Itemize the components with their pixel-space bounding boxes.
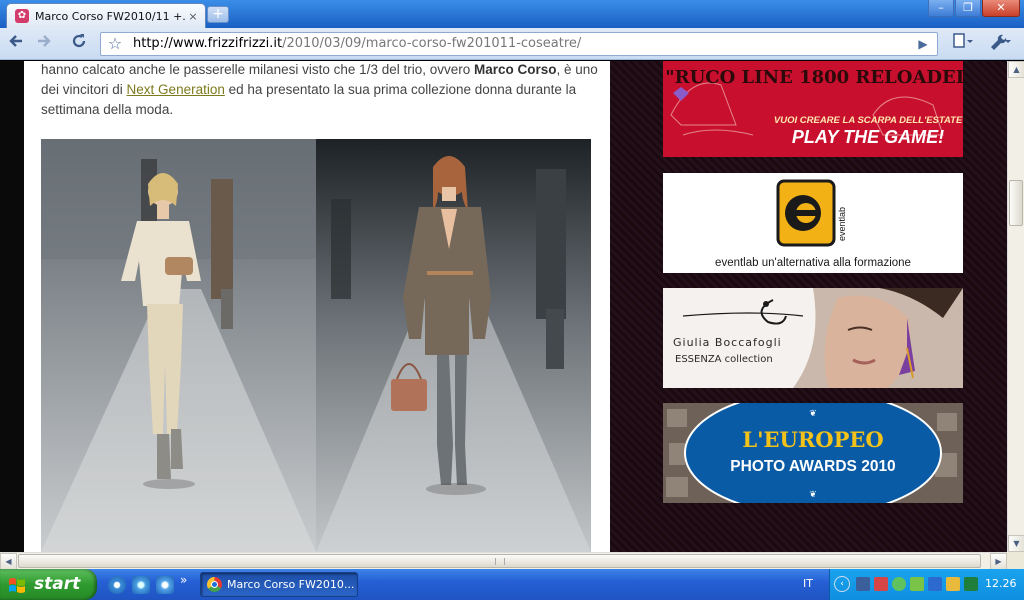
tray-expand-chevron-icon[interactable]: ‹	[834, 576, 850, 592]
download-manager-icon[interactable]	[964, 577, 978, 591]
back-arrow-icon[interactable]	[4, 32, 28, 56]
article-text: hanno calcato anche le passerelle milane…	[41, 62, 474, 77]
quicklaunch-more-chevron-icon[interactable]: »	[180, 573, 187, 587]
system-tray: ‹ 12.26	[829, 569, 1024, 600]
scroll-right-arrow-icon[interactable]: ▶	[990, 553, 1007, 570]
quicklaunch-ie-icon[interactable]	[132, 576, 150, 594]
quicklaunch-search-icon[interactable]	[156, 576, 174, 594]
ad4-line2: PHOTO AWARDS 2010	[730, 458, 895, 475]
language-indicator[interactable]: IT	[803, 577, 813, 590]
url-path: /2010/03/09/marco-corso-fw201011-coseatr…	[282, 36, 582, 51]
vertical-scroll-thumb[interactable]	[1009, 180, 1023, 226]
next-generation-link[interactable]: Next Generation	[127, 82, 225, 97]
scroll-left-arrow-icon[interactable]: ◀	[0, 553, 17, 570]
windows-taskbar: start » Marco Corso FW2010... IT ‹ 12.26	[0, 569, 1024, 600]
tab-close-button[interactable]: ×	[185, 10, 201, 23]
url-text[interactable]: http://www.frizzifrizzi.it/2010/03/09/ma…	[133, 33, 581, 55]
scroll-grip-icon	[495, 558, 505, 565]
start-label: start	[34, 574, 81, 594]
tab-title: Marco Corso FW2010/11 +...	[35, 9, 185, 23]
page-menu-icon[interactable]	[948, 32, 978, 56]
designer-name: Marco Corso	[474, 62, 557, 77]
reload-icon[interactable]	[67, 32, 91, 56]
browser-tab[interactable]: ✿ Marco Corso FW2010/11 +... ×	[6, 3, 206, 28]
ad1-title: "RUCO LINE 1800 RELOADED"	[665, 67, 963, 88]
ad1-cta: PLAY THE GAME!	[792, 127, 944, 147]
chrome-icon	[207, 577, 222, 592]
new-tab-button[interactable]: +	[207, 6, 229, 23]
eventlab-ad-banner[interactable]: eventlab eventlab un'alternativa alla fo…	[663, 173, 963, 273]
favicon-icon: ✿	[15, 9, 29, 23]
page-left-margin	[0, 61, 24, 552]
quicklaunch-app-icon[interactable]	[108, 576, 126, 594]
eventlab-tagline: eventlab un'alternativa alla formazione	[715, 257, 911, 269]
taskbar-window-title: Marco Corso FW2010...	[227, 578, 355, 591]
ad4-line1: L'EUROPEO	[742, 427, 883, 452]
page-viewport: hanno calcato anche le passerelle milane…	[0, 61, 1007, 552]
article-column: hanno calcato anche le passerelle milane…	[24, 61, 610, 552]
security-alert-icon[interactable]	[874, 577, 888, 591]
scroll-up-arrow-icon[interactable]: ▲	[1008, 61, 1024, 78]
update-icon[interactable]	[910, 577, 924, 591]
article-paragraph: hanno calcato anche le passerelle milane…	[41, 61, 601, 120]
runway-photo	[41, 139, 591, 552]
url-host: http://www.frizzifrizzi.it	[133, 36, 283, 51]
go-icon[interactable]: ▶	[913, 33, 933, 55]
vertical-scrollbar[interactable]: ▲ ▼	[1007, 61, 1024, 552]
clock[interactable]: 12.26	[985, 577, 1017, 590]
ad3-collection: ESSENZA collection	[675, 354, 773, 365]
taskbar-chrome-window-button[interactable]: Marco Corso FW2010...	[200, 572, 358, 597]
eventlab-logo-text: eventlab	[837, 207, 847, 241]
scrollbar-corner	[1007, 552, 1024, 569]
scroll-down-arrow-icon[interactable]: ▼	[1008, 535, 1024, 552]
folder-sync-icon[interactable]	[946, 577, 960, 591]
leuropeo-photo-awards-ad-banner[interactable]: ❦ L'EUROPEO PHOTO AWARDS 2010 ❦	[663, 403, 963, 503]
messenger-icon[interactable]	[892, 577, 906, 591]
ad4-ornament-icon: ❦	[809, 409, 817, 419]
forward-arrow-icon[interactable]	[32, 32, 56, 56]
horizontal-scrollbar[interactable]: ◀ ▶	[0, 552, 1007, 570]
giulia-boccafogli-ad-banner[interactable]: Giulia Boccafogli ESSENZA collection	[663, 288, 963, 388]
address-bar[interactable]: ☆ http://www.frizzifrizzi.it/2010/03/09/…	[100, 32, 938, 56]
title-bar: ✿ Marco Corso FW2010/11 +... × + – ❐ ✕	[0, 0, 1024, 28]
device-icon[interactable]	[928, 577, 942, 591]
ruco-line-ad-banner[interactable]: "RUCO LINE 1800 RELOADED" VUOI CREARE LA…	[663, 61, 963, 157]
maximize-button[interactable]: ❐	[955, 0, 981, 17]
star-icon[interactable]: ☆	[105, 33, 125, 55]
network-icon[interactable]	[856, 577, 870, 591]
ad1-subtitle: VUOI CREARE LA SCARPA DELL'ESTATE?	[774, 115, 963, 126]
sidebar-ads: "RUCO LINE 1800 RELOADED" VUOI CREARE LA…	[610, 61, 1007, 552]
ad3-name: Giulia Boccafogli	[673, 336, 782, 349]
start-button[interactable]: start	[0, 569, 97, 600]
horizontal-scroll-thumb[interactable]	[18, 554, 981, 568]
close-window-button[interactable]: ✕	[982, 0, 1020, 17]
windows-logo-icon	[9, 578, 25, 593]
minimize-button[interactable]: –	[928, 0, 954, 17]
wrench-icon[interactable]	[984, 32, 1016, 56]
ad4-ornament-icon: ❦	[809, 490, 817, 500]
browser-toolbar: ☆ http://www.frizzifrizzi.it/2010/03/09/…	[0, 28, 1024, 60]
